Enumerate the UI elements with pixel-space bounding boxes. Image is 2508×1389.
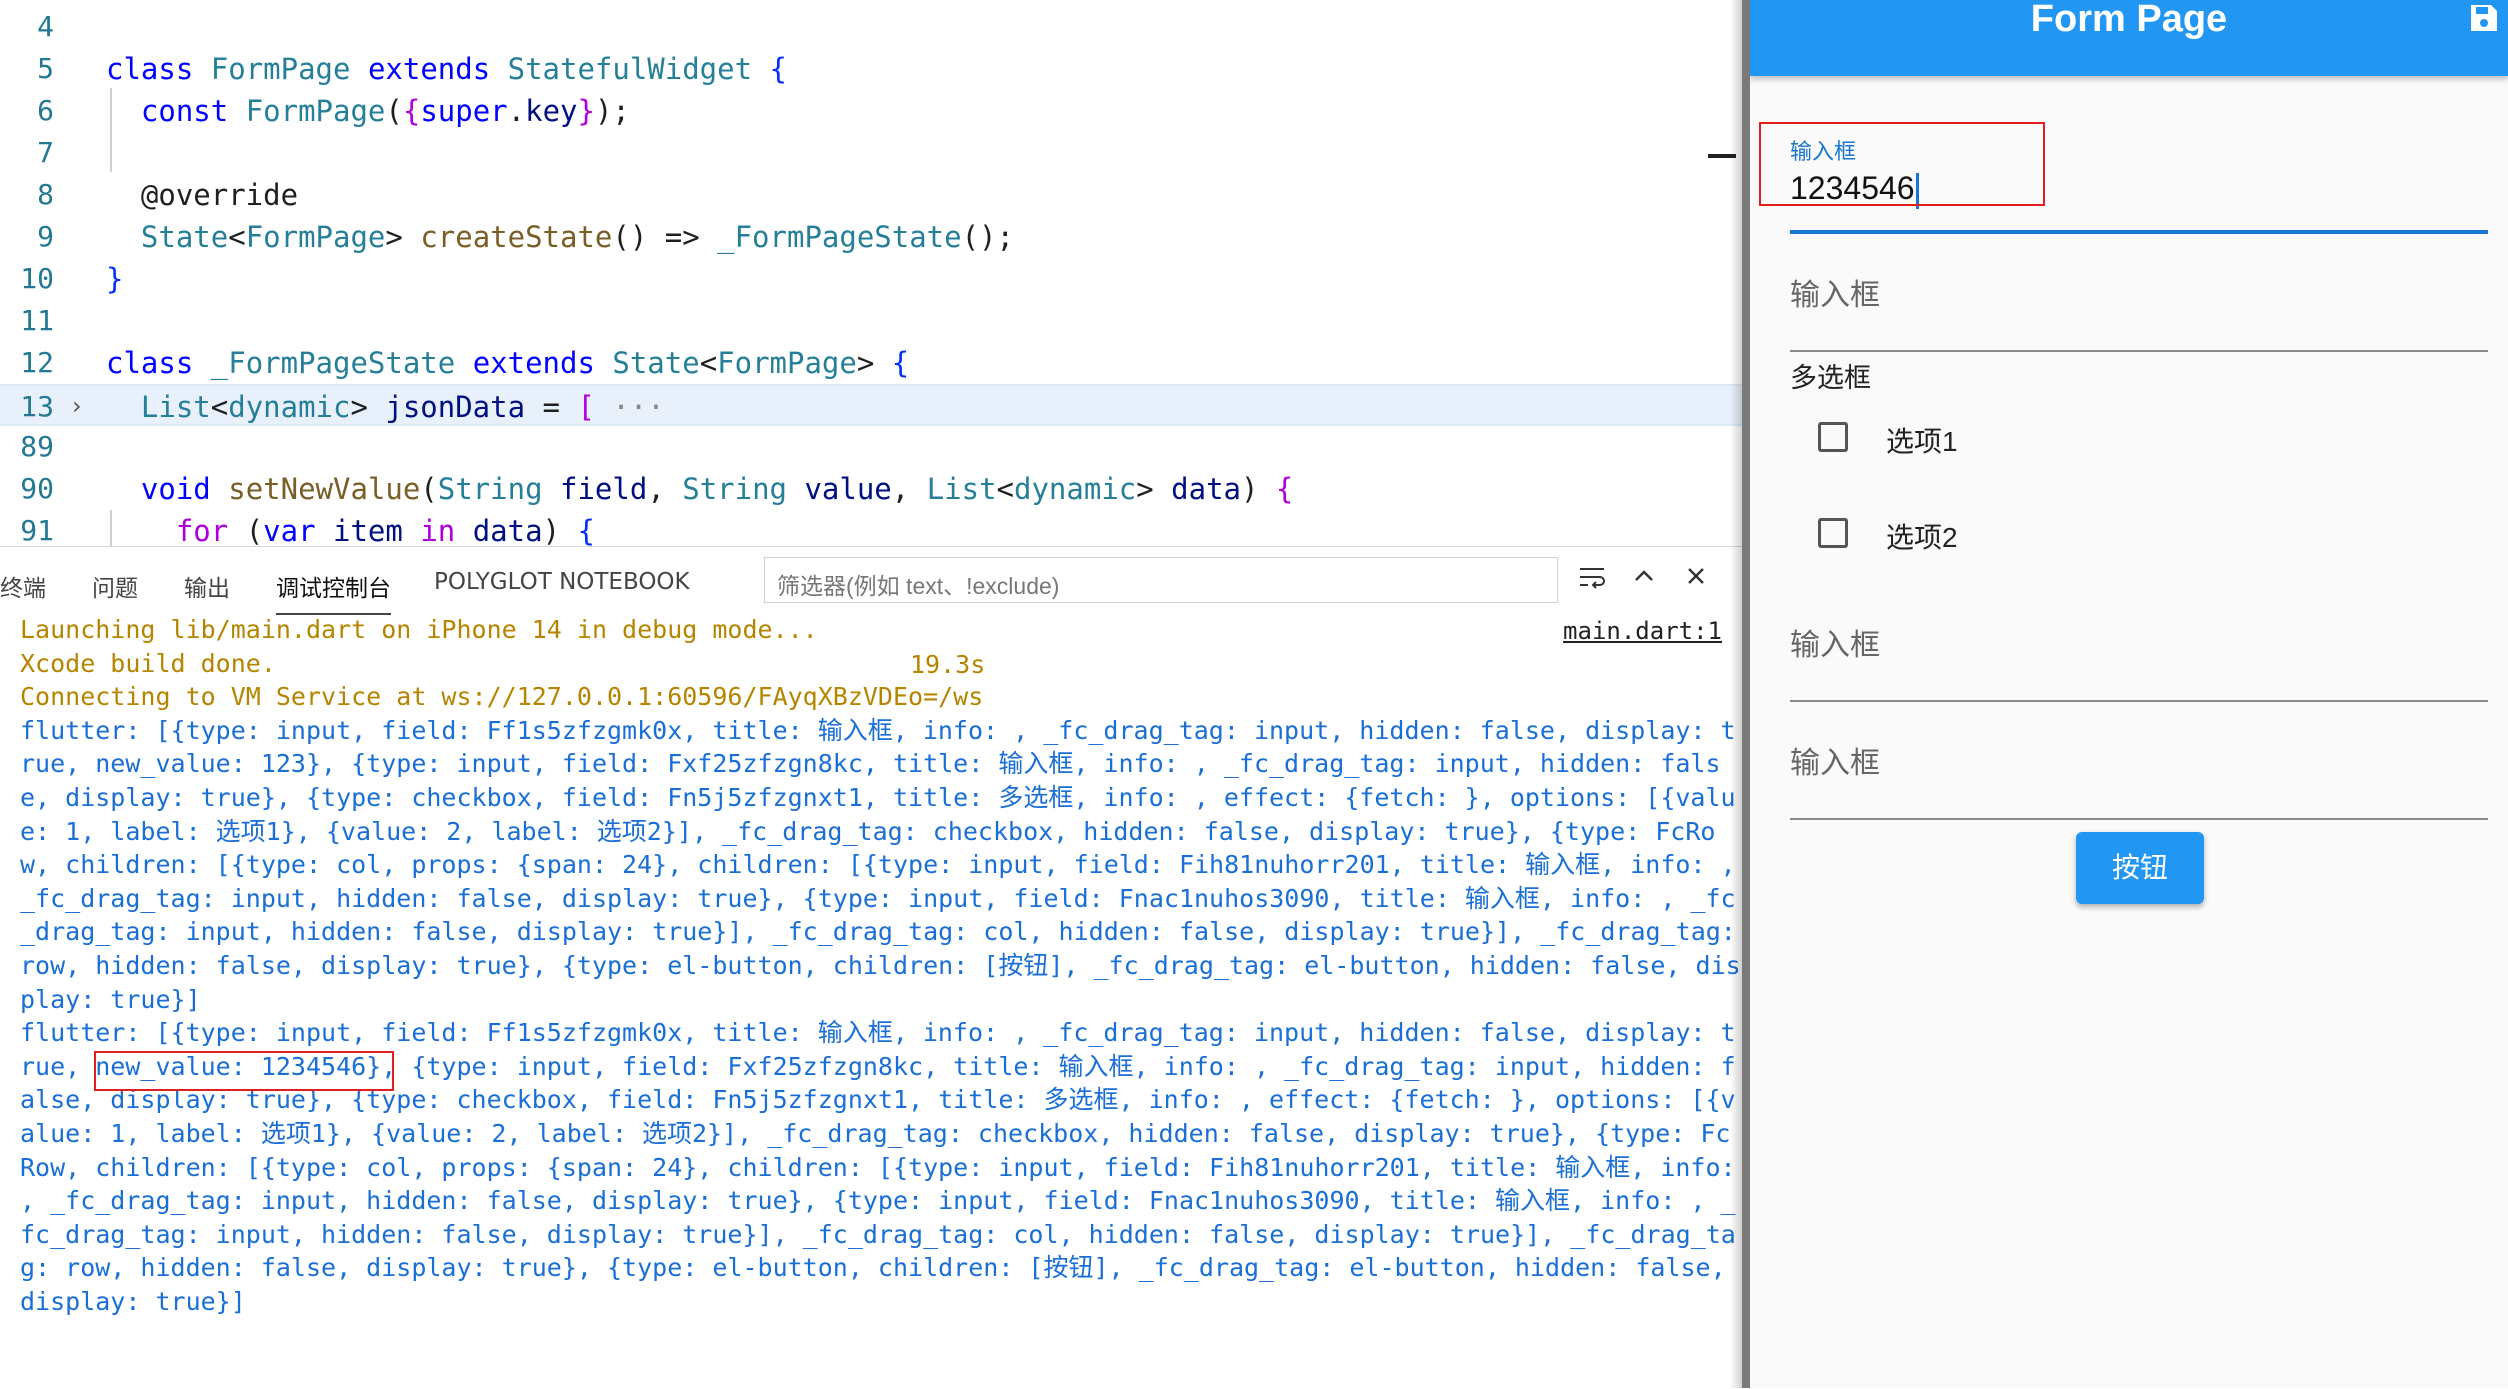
- code-text: class _FormPageState extends State<FormP…: [106, 346, 910, 380]
- console-line: _drag_tag: input, hidden: false, display…: [20, 917, 1736, 947]
- highlight-annotation-box: [1759, 122, 2045, 206]
- console-line: flutter: [{type: input, field: Ff1s5zfzg…: [20, 1018, 1736, 1048]
- app-bar: Form Page: [1750, 0, 2508, 76]
- panel-tabbar: 终端 问题 输出 调试控制台 POLYGLOT NOTEBOOK 筛选器(例如 …: [0, 547, 1742, 619]
- console-line: fc_drag_tag: input, hidden: false, displ…: [20, 1219, 1736, 1249]
- console-line: alue: 1, label: 选项1}, {value: 2, label: …: [20, 1118, 1731, 1148]
- code-line[interactable]: 91 for (var item in data) {: [0, 510, 1742, 546]
- line-number: 9: [37, 220, 54, 253]
- line-number: 89: [20, 430, 54, 463]
- console-line: g: row, hidden: false, display: true}, {…: [20, 1253, 1726, 1283]
- field4-underline: [1790, 818, 2488, 820]
- tab-output[interactable]: 输出: [184, 569, 230, 603]
- field4-input[interactable]: 输入框: [1790, 738, 1880, 782]
- line-number: 8: [37, 178, 54, 211]
- line-number: 13: [20, 390, 54, 423]
- code-line[interactable]: 10 }: [0, 258, 1742, 300]
- console-line: Connecting to VM Service at ws://127.0.0…: [20, 682, 984, 712]
- console-line: flutter: [{type: input, field: Ff1s5zfzg…: [20, 715, 1736, 745]
- console-line: Row, children: [{type: col, props: {span…: [20, 1152, 1736, 1182]
- word-wrap-icon[interactable]: [1572, 561, 1612, 601]
- window-shadow: [1730, 0, 1742, 1388]
- bottom-panel: 终端 问题 输出 调试控制台 POLYGLOT NOTEBOOK 筛选器(例如 …: [0, 546, 1742, 1389]
- field2-input[interactable]: 输入框: [1790, 270, 1880, 314]
- code-line[interactable]: 11: [0, 300, 1742, 342]
- maximize-panel-icon[interactable]: [1624, 561, 1664, 601]
- line-number: 6: [37, 94, 54, 127]
- checkbox-icon[interactable]: [1818, 422, 1848, 452]
- checkbox-icon[interactable]: [1818, 518, 1848, 548]
- code-text: List<dynamic> jsonData = [ ···: [140, 390, 665, 424]
- tab-debug-console[interactable]: 调试控制台: [276, 569, 391, 615]
- code-line[interactable]: 12 class _FormPageState extends State<Fo…: [0, 342, 1742, 384]
- debug-console-output[interactable]: Launching lib/main.dart on iPhone 14 in …: [20, 613, 1741, 1318]
- fold-expand-icon[interactable]: ›: [72, 392, 82, 420]
- line-number: 4: [37, 10, 54, 43]
- line-number: 10: [20, 262, 54, 295]
- code-line[interactable]: 7: [0, 132, 1742, 174]
- line-number: 90: [20, 472, 54, 505]
- console-line: Launching lib/main.dart on iPhone 14 in …: [20, 615, 818, 644]
- tab-polyglot-notebook[interactable]: POLYGLOT NOTEBOOK: [434, 569, 690, 595]
- simulator-screen: Form Page 输入框 1234546 输入框 多选框 选项1 选项2 输入…: [1750, 0, 2508, 1388]
- code-line-current[interactable]: 13 › List<dynamic> jsonData = [ ···: [0, 384, 1742, 426]
- code-text: State<FormPage> createState() => _FormPa…: [140, 220, 1014, 254]
- console-filter-input[interactable]: 筛选器(例如 text、!exclude): [764, 557, 1558, 603]
- line-number: 5: [37, 52, 54, 85]
- code-text: const FormPage({super.key});: [140, 94, 630, 128]
- code-text: void setNewValue(String field, String va…: [140, 472, 1294, 506]
- app-title: Form Page: [2030, 0, 2228, 40]
- checkbox-group-label: 多选框: [1790, 363, 1871, 393]
- folded-ellipsis[interactable]: ···: [612, 390, 664, 424]
- code-editor[interactable]: 4 5 class FormPage extends StatefulWidge…: [0, 0, 1742, 546]
- close-panel-icon[interactable]: [1676, 561, 1716, 601]
- console-line: w, children: [{type: col, props: {span: …: [20, 850, 1736, 880]
- code-line[interactable]: 89: [0, 426, 1742, 468]
- console-line: Xcode build done.: [20, 648, 276, 678]
- code-line[interactable]: 5 class FormPage extends StatefulWidget …: [0, 48, 1742, 90]
- checkbox-label: 选项1: [1886, 426, 1958, 457]
- line-number: 91: [20, 514, 54, 546]
- console-line: , _fc_drag_tag: input, hidden: false, di…: [20, 1186, 1736, 1216]
- console-line: play: true}]: [20, 984, 201, 1014]
- highlight-annotation-box: [94, 1051, 394, 1091]
- code-text: for (var item in data) {: [175, 514, 595, 546]
- field3-underline: [1790, 700, 2488, 702]
- console-line: e, display: true}, {type: checkbox, fiel…: [20, 782, 1736, 812]
- window-divider: [1742, 0, 1750, 1388]
- submit-button[interactable]: 按钮: [2076, 832, 2204, 904]
- field1-underline: [1790, 230, 2488, 234]
- code-line[interactable]: 4: [0, 6, 1742, 48]
- field3-input[interactable]: 输入框: [1790, 620, 1880, 664]
- checkbox-label: 选项2: [1886, 522, 1958, 553]
- field2-underline: [1790, 350, 2488, 352]
- code-text: @override: [106, 178, 299, 212]
- code-line[interactable]: 6 const FormPage({super.key});: [0, 90, 1742, 132]
- line-number: 11: [20, 304, 54, 337]
- code-line[interactable]: 8 @override: [0, 174, 1742, 216]
- console-line: _fc_drag_tag: input, hidden: false, disp…: [20, 883, 1736, 913]
- console-line: display: true}]: [20, 1286, 246, 1316]
- code-text: }: [106, 262, 124, 296]
- console-line: e: 1, label: 选项1}, {value: 2, label: 选项2…: [20, 816, 1716, 846]
- code-line[interactable]: 9 State<FormPage> createState() => _Form…: [0, 216, 1742, 258]
- save-icon[interactable]: [2468, 2, 2500, 34]
- tab-terminal[interactable]: 终端: [0, 569, 46, 603]
- line-number: 7: [37, 136, 54, 169]
- code-text: class FormPage extends StatefulWidget {: [106, 52, 787, 86]
- code-line[interactable]: 90 void setNewValue(String field, String…: [0, 468, 1742, 510]
- tab-problems[interactable]: 问题: [92, 569, 138, 603]
- console-line: row, hidden: false, display: true}, {typ…: [20, 950, 1741, 980]
- console-line: rue, new_value: 123}, {type: input, fiel…: [20, 749, 1721, 779]
- line-number: 12: [20, 346, 54, 379]
